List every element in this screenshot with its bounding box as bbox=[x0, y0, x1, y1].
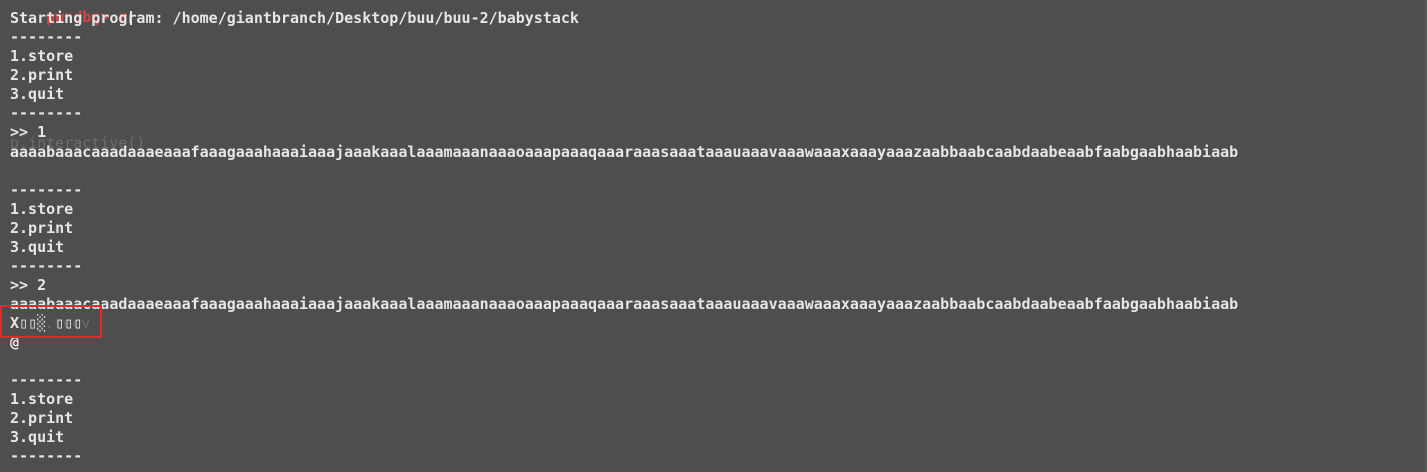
payload-line: aaaabaaacaaadaaaeaaafaaagaaahaaaiaaajaaa… bbox=[10, 295, 1239, 313]
output-line: -------- bbox=[10, 28, 83, 46]
menu-option-store: 1.store bbox=[10, 47, 74, 65]
output-line: -------- bbox=[10, 257, 83, 275]
output-line: -------- bbox=[10, 104, 83, 122]
terminal-window[interactable]: pwndbg> r Starting program: /home/giantb… bbox=[0, 0, 1427, 472]
menu-option-store: 1.store bbox=[10, 390, 74, 408]
payload-line: aaaabaaacaaadaaaeaaafaaagaaahaaaiaaajaaa… bbox=[10, 143, 1239, 161]
output-line: Starting program: /home/giantbranch/Desk… bbox=[10, 9, 579, 27]
input-echo: >> 2 bbox=[10, 276, 47, 294]
menu-option-store: 1.store bbox=[10, 200, 74, 218]
menu-option-quit: 3.quit bbox=[10, 428, 65, 446]
menu-option-quit: 3.quit bbox=[10, 85, 65, 103]
menu-option-quit: 3.quit bbox=[10, 238, 65, 256]
canary-highlight-box bbox=[0, 305, 102, 338]
output-line: -------- bbox=[10, 181, 83, 199]
output-line: -------- bbox=[10, 447, 83, 465]
output-line: -------- bbox=[10, 371, 83, 389]
menu-option-print: 2.print bbox=[10, 409, 74, 427]
menu-option-print: 2.print bbox=[10, 219, 74, 237]
menu-option-print: 2.print bbox=[10, 66, 74, 84]
